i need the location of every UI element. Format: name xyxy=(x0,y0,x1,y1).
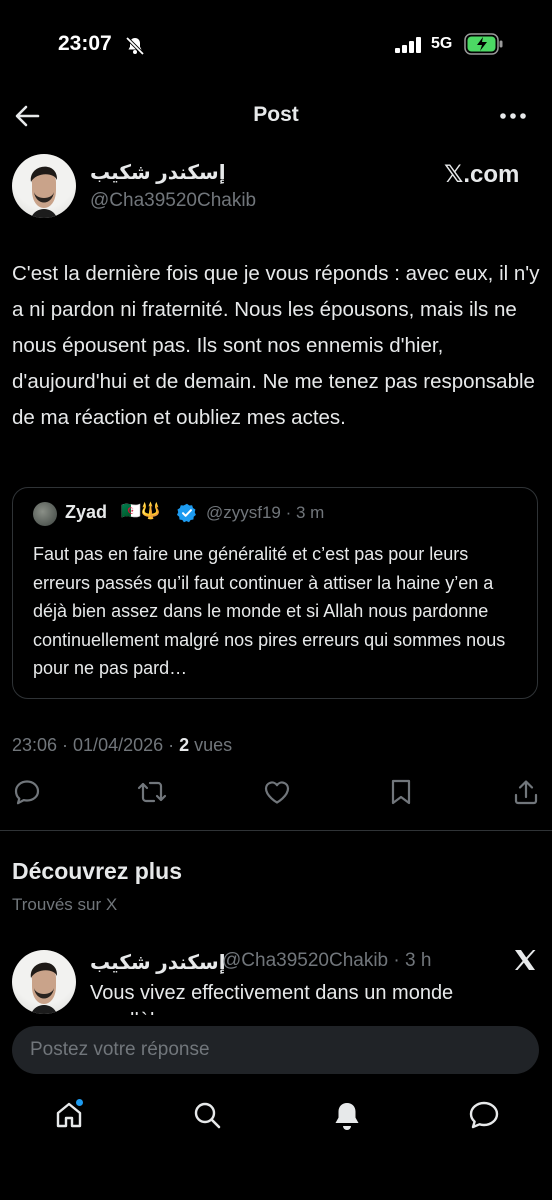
author-name[interactable]: إسكندر شكيب xyxy=(90,160,226,185)
status-time: 23:07 xyxy=(58,32,112,55)
bottom-nav xyxy=(0,1080,552,1200)
divider xyxy=(0,830,552,831)
views-label: vues xyxy=(189,735,233,755)
related-avatar[interactable] xyxy=(12,950,76,1014)
avatar[interactable] xyxy=(12,154,76,218)
quoted-author-name[interactable]: Zyad xyxy=(65,502,107,523)
views-count: 2 xyxy=(179,735,190,755)
bookmark-icon[interactable] xyxy=(389,778,413,806)
verified-badge-icon xyxy=(177,503,197,523)
home-notification-dot xyxy=(76,1099,83,1106)
related-post-text[interactable]: Vous vivez effectivement dans un monde p… xyxy=(90,979,520,1015)
notifications-icon[interactable] xyxy=(332,1100,362,1132)
like-icon[interactable] xyxy=(262,778,292,806)
related-author-name[interactable]: إسكندر شكيب xyxy=(90,950,226,975)
quoted-post[interactable]: Zyad 🇩🇿🔱 @zyysf19 · 3 m Faut pas en fair… xyxy=(12,487,538,699)
reply-input[interactable]: Postez votre réponse xyxy=(12,1026,539,1074)
page-title: Post xyxy=(253,103,299,126)
author-handle[interactable]: @Cha39520Chakib xyxy=(90,190,256,212)
repost-icon[interactable] xyxy=(136,778,168,806)
search-icon[interactable] xyxy=(192,1100,222,1130)
quoted-avatar[interactable] xyxy=(33,502,57,526)
post-text: C'est la dernière fois que je vous répon… xyxy=(12,262,540,429)
messages-icon[interactable] xyxy=(468,1100,500,1130)
action-bar xyxy=(0,778,552,810)
source-label: 𝕏.com xyxy=(444,161,520,188)
battery-icon xyxy=(464,33,504,55)
more-icon[interactable] xyxy=(498,106,528,126)
discover-subtitle: Trouvés sur X xyxy=(12,895,118,914)
share-icon[interactable] xyxy=(512,778,540,806)
discover-title: Découvrez plus xyxy=(12,858,182,884)
x-logo-icon xyxy=(513,948,537,972)
reply-icon[interactable] xyxy=(13,778,41,806)
quoted-text: Faut pas en faire une généralité et c’es… xyxy=(33,544,506,678)
quoted-handle-time: @zyysf19 · 3 m xyxy=(206,503,325,522)
post-timestamp: 23:06 · 01/04/2026 · 2 vues xyxy=(12,735,232,756)
signal-icon xyxy=(395,37,423,53)
timestamp-text: 23:06 · 01/04/2026 · xyxy=(12,735,180,755)
quoted-author-flags: 🇩🇿🔱 xyxy=(121,503,161,520)
related-handle-time: @Cha39520Chakib · 3 h xyxy=(222,950,432,971)
network-label: 5G xyxy=(431,35,453,52)
bell-off-icon xyxy=(125,36,145,56)
